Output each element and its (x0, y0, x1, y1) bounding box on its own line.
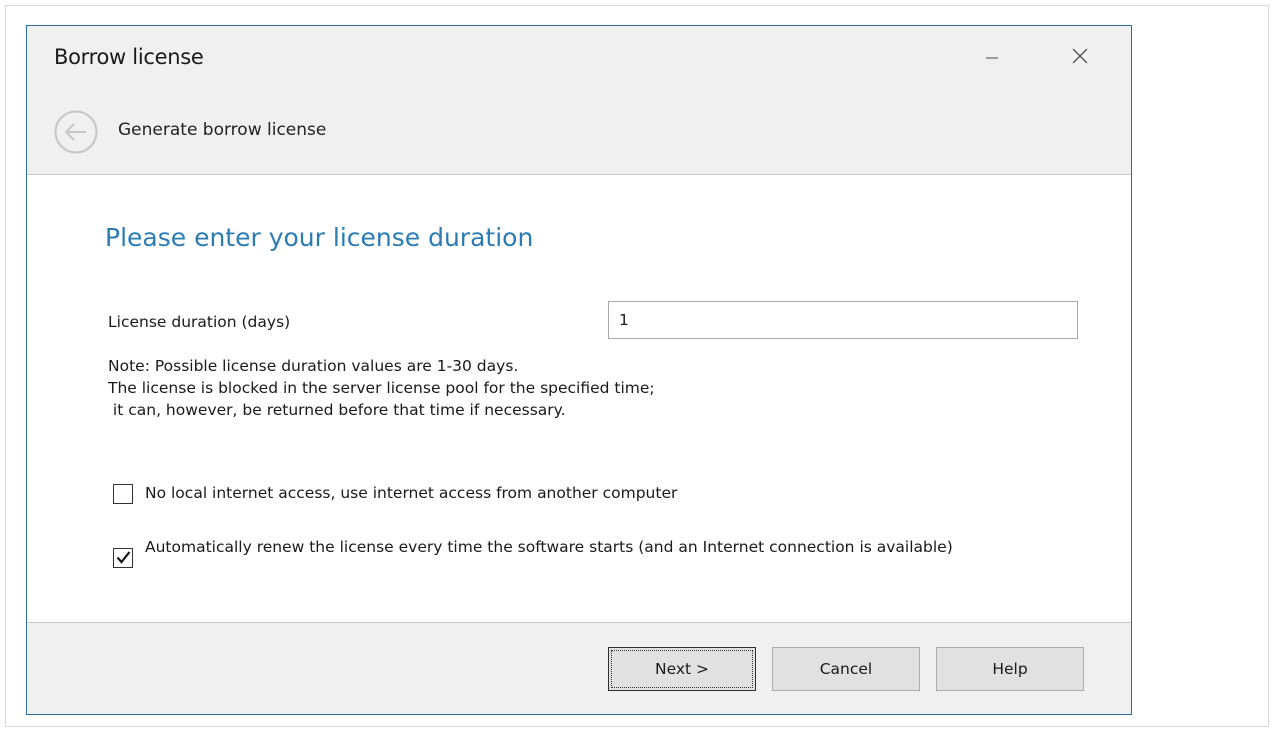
duration-note: Note: Possible license duration values a… (108, 355, 655, 421)
button-bar: Next > Cancel Help (27, 622, 1131, 714)
note-line: The license is blocked in the server lic… (108, 379, 655, 397)
title-bar: Borrow license (27, 26, 1131, 90)
no-local-internet-option[interactable]: No local internet access, use internet a… (113, 482, 1055, 504)
license-duration-input[interactable] (608, 301, 1078, 339)
auto-renew-label[interactable]: Automatically renew the license every ti… (145, 536, 1055, 558)
close-button[interactable] (1057, 38, 1103, 74)
dialog-window: Borrow license Generate borrow license P… (26, 25, 1132, 715)
cancel-button[interactable]: Cancel (772, 647, 920, 691)
minimize-button[interactable] (969, 38, 1015, 74)
help-button[interactable]: Help (936, 647, 1084, 691)
close-icon (1072, 48, 1088, 64)
checkmark-icon (116, 551, 131, 564)
back-arrow-circle-icon (54, 110, 98, 154)
window-title: Borrow license (54, 45, 204, 69)
back-button[interactable] (53, 109, 99, 155)
navigation-bar: Generate borrow license (27, 90, 1131, 175)
note-line: it can, however, be returned before that… (108, 401, 566, 419)
auto-renew-option[interactable]: Automatically renew the license every ti… (113, 536, 1055, 568)
page-heading: Please enter your license duration (105, 223, 534, 252)
minimize-icon (986, 57, 998, 59)
auto-renew-checkbox[interactable] (113, 548, 133, 568)
license-duration-label: License duration (days) (108, 313, 291, 331)
next-button[interactable]: Next > (608, 647, 756, 691)
nav-title: Generate borrow license (118, 120, 327, 140)
no-local-internet-label[interactable]: No local internet access, use internet a… (145, 482, 1055, 504)
note-line: Note: Possible license duration values a… (108, 357, 519, 375)
no-local-internet-checkbox[interactable] (113, 484, 133, 504)
content-area: Please enter your license duration Licen… (27, 175, 1131, 622)
